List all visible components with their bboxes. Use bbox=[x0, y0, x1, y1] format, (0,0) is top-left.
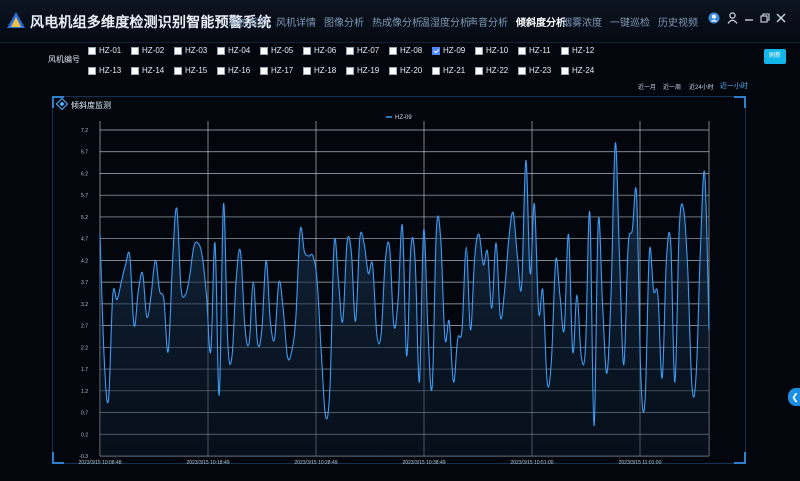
x-tick-label: 2023/3/15 10:18:49 bbox=[186, 460, 229, 466]
y-tick-label: 1.7 bbox=[81, 367, 88, 373]
legend-label: HZ-09 bbox=[395, 115, 412, 121]
y-tick-label: 2.7 bbox=[81, 324, 88, 330]
y-tick-label: 3.2 bbox=[81, 302, 88, 308]
y-tick-label: 3.7 bbox=[81, 280, 88, 286]
tilt-chart: -0.30.20.71.21.72.22.73.23.74.24.75.25.7… bbox=[78, 115, 710, 466]
y-tick-label: 6.7 bbox=[81, 150, 88, 156]
y-tick-label: 1.2 bbox=[81, 389, 88, 395]
y-tick-label: 0.2 bbox=[81, 432, 88, 438]
y-tick-label: 7.2 bbox=[81, 128, 88, 134]
x-tick-label: 2023/3/15 11:01:00 bbox=[619, 460, 662, 466]
x-tick-label: 2023/3/15 10:28:49 bbox=[294, 460, 337, 466]
collapse-sidebar-button[interactable]: ❮ bbox=[788, 388, 800, 406]
y-tick-label: 5.2 bbox=[81, 215, 88, 221]
y-tick-label: 2.2 bbox=[81, 345, 88, 351]
y-tick-label: 4.7 bbox=[81, 237, 88, 243]
y-tick-label: 0.7 bbox=[81, 411, 88, 417]
x-tick-label: 2023/3/15 10:51:00 bbox=[510, 460, 553, 466]
x-tick-label: 2023/3/15 10:38:49 bbox=[402, 460, 445, 466]
y-tick-label: 6.2 bbox=[81, 171, 88, 177]
y-tick-label: 4.2 bbox=[81, 258, 88, 264]
x-tick-label: 2023/3/15 10:08:48 bbox=[78, 460, 121, 466]
y-tick-label: 5.7 bbox=[81, 193, 88, 199]
